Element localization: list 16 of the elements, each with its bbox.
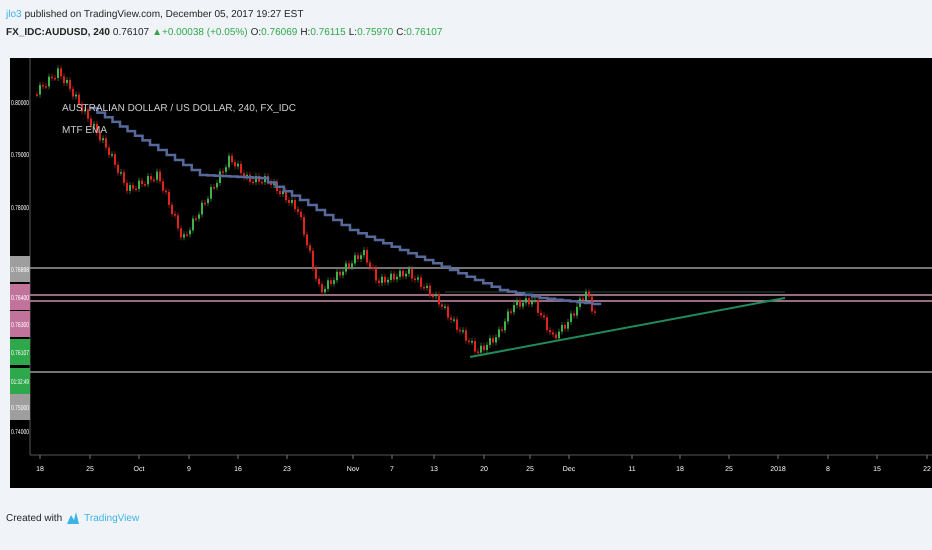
ohlc-value: 0.76107 bbox=[406, 27, 442, 38]
publish-info: published on TradingView.com, December 05, 2017 19:27 EST bbox=[24, 8, 304, 20]
author-link[interactable]: jlo3 bbox=[6, 8, 22, 20]
ohlc-value: 0.75970 bbox=[357, 27, 394, 38]
ohlc-label: H: bbox=[300, 27, 310, 38]
ohlc-label: L: bbox=[348, 27, 358, 38]
tradingview-link[interactable]: TradingView bbox=[84, 512, 140, 524]
price-change: ▲+0.00038 (+0.05%) bbox=[152, 27, 248, 38]
ohlc-value: 0.76069 bbox=[261, 27, 298, 38]
ohlc-label: O: bbox=[250, 27, 262, 38]
last-price: 0.76107 bbox=[112, 27, 150, 38]
footer-text: Created with bbox=[6, 512, 62, 524]
ohlc-label: C: bbox=[396, 27, 406, 38]
ohlc-value: 0.76115 bbox=[310, 27, 346, 38]
logo-icon bbox=[66, 511, 80, 525]
symbol-name: FX_IDC:AUDUSD, 240 bbox=[6, 27, 110, 38]
